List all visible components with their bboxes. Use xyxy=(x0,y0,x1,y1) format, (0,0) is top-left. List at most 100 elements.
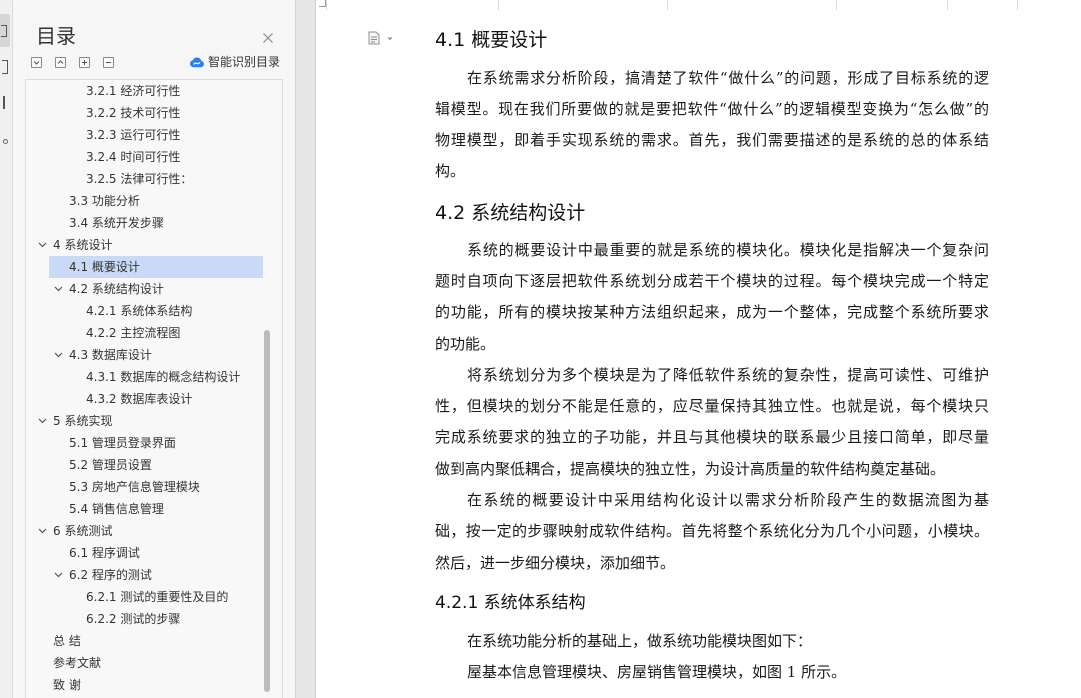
toc-item[interactable]: 3.2.4 时间可行性 xyxy=(26,146,282,168)
toc-item-label: 致 谢 xyxy=(53,678,81,692)
toc-item-label: 4.1 概要设计 xyxy=(69,260,140,274)
toc-panel: 目录 智能识别目录 3.2.1 经济可行性 3.2.2 技术可行性 3.2.3 … xyxy=(13,0,296,698)
paragraph-line: 在系统的概要设计中采用结构化设计以需求分析阶段产生的数据流图为基 xyxy=(467,491,989,510)
toc-item[interactable]: 5.2 管理员设置 xyxy=(26,454,282,476)
toc-item-label: 4.3 数据库设计 xyxy=(69,348,152,362)
toc-item[interactable]: 5.3 房地产信息管理模块 xyxy=(26,476,282,498)
toc-list: 3.2.1 经济可行性 3.2.2 技术可行性 3.2.3 运行可行性 3.2.… xyxy=(25,79,283,698)
paragraph-line: 在系统功能分析的基础上，做系统功能模块图如下： xyxy=(467,631,813,650)
subsection-heading: 4.2.1 系统体系结构 xyxy=(435,592,586,613)
expand-all-button[interactable] xyxy=(31,57,42,68)
toc-item[interactable]: 3.2.1 经济可行性 xyxy=(26,80,282,102)
toc-item[interactable]: 3.3 功能分析 xyxy=(26,190,282,212)
toc-item-label: 5.1 管理员登录界面 xyxy=(69,436,176,450)
toc-item-label: 6.2.1 测试的重要性及目的 xyxy=(86,590,229,604)
toc-item-label: 3.2.1 经济可行性 xyxy=(86,84,181,98)
toc-item[interactable]: 参考文献 xyxy=(26,652,282,674)
toc-item[interactable]: 6.1 程序调试 xyxy=(26,542,282,564)
toc-item[interactable]: 6.2 程序的测试 xyxy=(26,564,282,586)
chevron-down-icon[interactable] xyxy=(38,418,47,424)
chevron-down-icon[interactable] xyxy=(38,528,47,534)
toc-item-label: 3.3 功能分析 xyxy=(69,194,140,208)
toc-item-label: 总 结 xyxy=(53,634,81,648)
paragraph-line: 在系统需求分析阶段，搞清楚了软件“做什么”的问题，形成了目标系统的逻 xyxy=(467,68,989,87)
toc-item[interactable]: 5.4 销售信息管理 xyxy=(26,498,282,520)
paragraph-line: 然后，进一步细分模块，添加细节。 xyxy=(435,553,676,572)
paragraph-line: 构。 xyxy=(435,162,466,181)
chevron-down-icon[interactable] xyxy=(54,286,63,292)
toc-item[interactable]: 3.2.2 技术可行性 xyxy=(26,102,282,124)
top-divider xyxy=(326,0,327,10)
toc-item-label: 5.3 房地产信息管理模块 xyxy=(69,480,200,494)
top-divider xyxy=(947,0,948,10)
chevron-down-icon xyxy=(33,61,40,65)
toc-item[interactable]: 4.2.2 主控流程图 xyxy=(26,322,282,344)
toc-item-label: 3.2.4 时间可行性 xyxy=(86,150,181,164)
toc-item-label: 4 系统设计 xyxy=(53,238,113,252)
toc-item[interactable]: 致 谢 xyxy=(26,674,282,696)
toc-item[interactable]: 3.4 系统开发步骤 xyxy=(26,212,282,234)
toc-item-label: 3.2.2 技术可行性 xyxy=(86,106,181,120)
toc-item[interactable]: 4.3.2 数据库表设计 xyxy=(26,388,282,410)
chevron-down-icon[interactable] xyxy=(54,572,63,578)
toc-item-label: 5.4 销售信息管理 xyxy=(69,502,164,516)
paragraph-line: 屋基本信息管理模块、房屋销售管理模块，如图 1 所示。 xyxy=(467,663,847,682)
page-tab-icon[interactable] xyxy=(3,96,5,109)
toc-item[interactable]: 4.2.1 系统体系结构 xyxy=(26,300,282,322)
paragraph-line: 完成系统要求的独立的子功能，并且与其他模块的联系最少且接口简单，即尽量 xyxy=(435,428,989,447)
top-divider xyxy=(498,0,499,10)
page-corner-mark xyxy=(319,0,326,7)
paragraph-menu-button[interactable] xyxy=(368,31,394,47)
toc-tab-icon[interactable] xyxy=(0,14,10,47)
collapse-all-button[interactable] xyxy=(55,57,66,68)
bookmark-tab-icon[interactable] xyxy=(2,60,8,74)
toc-item-label: 4.2.1 系统体系结构 xyxy=(86,304,193,318)
toc-item[interactable]: 4.3.1 数据库的概念结构设计 xyxy=(26,366,282,388)
toc-item[interactable]: 5 系统实现 xyxy=(26,410,282,432)
toc-item-label: 3.2.3 运行可行性 xyxy=(86,128,181,142)
nav-tab-strip xyxy=(0,0,13,698)
promote-heading-button[interactable] xyxy=(79,57,90,68)
top-divider xyxy=(1017,0,1018,10)
chevron-down-icon[interactable] xyxy=(38,242,47,248)
toc-item[interactable]: 6.2.2 测试的步骤 xyxy=(26,608,282,630)
chevron-down-icon[interactable] xyxy=(54,352,63,358)
toc-item[interactable]: 4 系统设计 xyxy=(26,234,282,256)
document-icon xyxy=(368,31,380,45)
chevron-up-icon xyxy=(57,60,64,64)
toc-title: 目录 xyxy=(36,24,76,48)
document-page[interactable]: 4.1 概要设计 在系统需求分析阶段，搞清楚了软件“做什么”的问题，形成了目标系… xyxy=(315,0,1081,698)
smart-toc-label: 智能识别目录 xyxy=(208,55,281,69)
toc-item-selected[interactable]: 4.1 概要设计 xyxy=(26,256,282,278)
toc-item[interactable]: 6.2.1 测试的重要性及目的 xyxy=(26,586,282,608)
toc-item[interactable]: 3.2.3 运行可行性 xyxy=(26,124,282,146)
toc-item[interactable]: 6 系统测试 xyxy=(26,520,282,542)
top-divider xyxy=(667,0,668,10)
toc-item[interactable]: 5.1 管理员登录界面 xyxy=(26,432,282,454)
toc-item-label: 5.2 管理员设置 xyxy=(69,458,152,472)
paragraph-line: 的功能，所有的模块按某种方法组织起来，成为一个整体，完成整个系统所要求 xyxy=(435,303,989,322)
paragraph-line: 做到高内聚低耦合，提高模块的独立性，为设计高质量的软件结构奠定基础。 xyxy=(435,459,946,478)
toc-item-label: 参考文献 xyxy=(53,656,102,670)
toc-item[interactable]: 4.3 数据库设计 xyxy=(26,344,282,366)
paragraph: 在系统功能分析的基础上，做系统功能模块图如下： xyxy=(435,626,989,657)
paragraph-line: 的功能。 xyxy=(435,334,496,353)
paragraph: 在系统需求分析阶段，搞清楚了软件“做什么”的问题，形成了目标系统的逻 辑模型。现… xyxy=(435,63,989,188)
toc-item-label: 5 系统实现 xyxy=(53,414,113,428)
close-icon xyxy=(263,33,273,43)
plus-icon xyxy=(82,60,87,65)
toc-item[interactable]: 3.2.5 法律可行性： xyxy=(26,168,282,190)
toc-item-label: 4.2 系统结构设计 xyxy=(69,282,164,296)
section-heading: 4.2 系统结构设计 xyxy=(435,201,586,224)
demote-heading-button[interactable] xyxy=(103,57,114,68)
toc-item[interactable]: 4.2 系统结构设计 xyxy=(26,278,282,300)
close-toc-button[interactable] xyxy=(262,29,274,43)
paragraph-line: 系统的概要设计中最重要的就是系统的模块化。模块化是指解决一个复杂问 xyxy=(467,240,989,259)
paragraph: 将系统划分为多个模块是为了降低软件系统的复杂性，提高可读性、可维护 性，但模块的… xyxy=(435,360,989,485)
toc-scrollbar-thumb[interactable] xyxy=(264,330,270,692)
toc-item[interactable]: 总 结 xyxy=(26,630,282,652)
section-heading: 4.1 概要设计 xyxy=(435,28,548,51)
toc-item-label: 4.2.2 主控流程图 xyxy=(86,326,181,340)
more-tab-icon[interactable] xyxy=(3,139,8,144)
toc-item-label: 6.2 程序的测试 xyxy=(69,568,152,582)
